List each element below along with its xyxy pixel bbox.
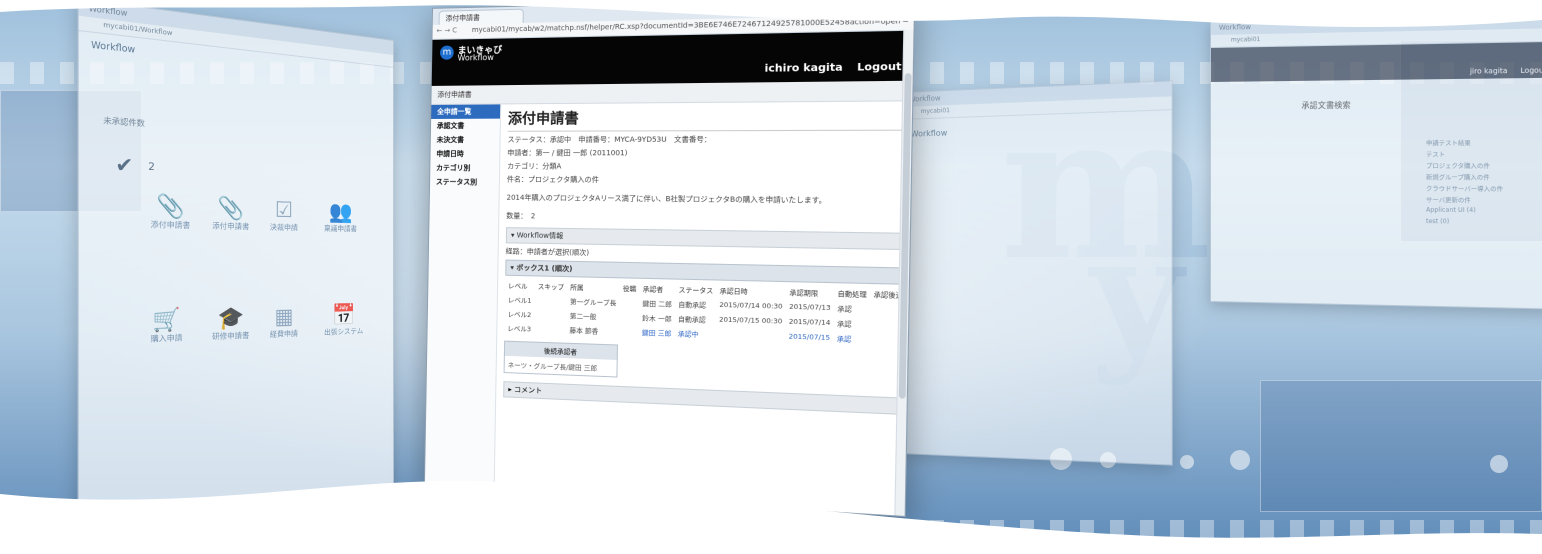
user-name: ichiro kagita <box>764 62 843 75</box>
table-cell: 藤本 節香 <box>569 326 599 336</box>
approver-box-value: ネーツ・グループ長/鍵田 三郎 <box>507 361 598 373</box>
app-icon-tile[interactable]: 📎 添付申請書 <box>151 192 191 232</box>
table-cell <box>534 307 567 322</box>
document-title: 添付申請書 <box>507 105 903 132</box>
app-icon-label: 決裁申請 <box>269 223 298 233</box>
list-item[interactable]: 新規グループ購入の件 <box>1426 172 1490 181</box>
check-icon: ✔ <box>115 153 134 179</box>
app-icon: 🛒 <box>152 305 181 334</box>
logout-link[interactable]: Logout <box>1520 66 1542 75</box>
amount-line: 数量： 2 <box>506 211 536 221</box>
table-cell: 承認 <box>836 319 852 329</box>
app-icon-tile[interactable]: 🎓 研修申請書 <box>212 304 249 342</box>
table-body: レベル1 第一グループ長 鍵田 二郎 自動承認 2015/07/14 00:30 2015… <box>504 292 914 348</box>
count-value: 2 <box>148 161 155 174</box>
table-cell: レベル2 <box>507 310 532 320</box>
sidebar-item[interactable]: 申請日時 <box>430 147 499 161</box>
comment-section[interactable]: ▸ コメント <box>503 381 898 415</box>
table-cell: 自動承認 <box>678 300 707 310</box>
count-label: 未承認件数 <box>103 116 145 129</box>
table-cell: 2015/07/13 <box>789 302 831 313</box>
table-cell: 鍵田 二郎 <box>642 299 673 309</box>
table-header-cell: 所属 <box>570 283 584 292</box>
header: Workflow <box>901 110 1172 160</box>
approval-table: レベル スキップ 所属 役職 承認者 ステータス 承認日時 承認期限 自動処理 承認後通者 レベル… <box>504 278 914 348</box>
table-cell: 2015/07/15 <box>788 332 831 343</box>
table-header-cell: 役職 <box>622 284 637 294</box>
list-item[interactable]: Applicant UI (4) <box>1426 206 1476 214</box>
category-line: カテゴリ：分類A <box>507 162 562 171</box>
app-icon-tile[interactable]: ☑ 決裁申請 <box>270 196 298 233</box>
body-line: 2014年購入のプロジェクタAリース満了に伴い、B社製プロジェクタBの購入を申請… <box>506 193 827 205</box>
bottom-wave <box>0 480 1542 554</box>
table-cell: 2015/07/14 <box>788 317 831 328</box>
table-cell: 承認中 <box>677 329 699 339</box>
table-header-cell: 承認期限 <box>789 288 819 298</box>
logout-link[interactable]: Logout <box>857 61 902 73</box>
app-icon-label: 研修申請書 <box>212 331 250 342</box>
list-item[interactable]: テスト <box>1426 150 1445 159</box>
table-cell: 第一グループ長 <box>569 297 617 308</box>
table-header-cell: レベル <box>507 281 528 291</box>
sidebar-item[interactable]: 未決文書 <box>431 133 500 147</box>
table-cell: 自動承認 <box>677 315 706 325</box>
app-icon: 📎 <box>156 191 185 220</box>
user-name: jiro kagita <box>1469 66 1508 76</box>
app-icon: 📅 <box>332 301 356 328</box>
table-cell <box>619 324 639 339</box>
app-icon: 📎 <box>217 194 245 222</box>
app-icon-tile[interactable]: 🛒 購入申請 <box>151 305 183 345</box>
list-item[interactable]: test (0) <box>1426 218 1449 225</box>
background-collage: m y Workflow mycabi01/Workflow Workflow … <box>0 0 1542 554</box>
table-cell: レベル3 <box>507 324 532 334</box>
status-line: ステータス：承認中 申請番号：MYCA-9YD53U 文書番号： <box>507 135 712 144</box>
app-icon-label: 添付申請書 <box>212 221 250 232</box>
table-cell: 承認 <box>837 304 852 314</box>
approver-box: 後続承認者 ネーツ・グループ長/鍵田 三郎 <box>503 340 618 378</box>
list-item[interactable]: プロジェクタ購入の件 <box>1426 161 1490 170</box>
table-cell <box>619 295 639 310</box>
center-browser-window: Workflow mycabi01 Workflow <box>900 80 1173 466</box>
sidebar-item[interactable]: カテゴリ別 <box>430 161 499 175</box>
app-icon-tile[interactable]: ▦ 経費申請 <box>270 303 298 340</box>
app-icon-label: 購入申請 <box>150 333 183 344</box>
table-cell: 鍵田 三郎 <box>641 328 672 338</box>
applicant-line: 申請者：第一 / 鍵田 一郎 (2011001) <box>507 149 628 158</box>
app-icon-label: 稟議申請書 <box>324 224 358 234</box>
app-icon-tile[interactable]: 📅 出張システム <box>324 302 363 338</box>
app-icon-tile[interactable]: 📎 添付申請書 <box>212 194 249 232</box>
table-header-cell: 自動処理 <box>837 289 867 300</box>
table-cell <box>619 309 639 324</box>
document-content: 添付申請書 ステータス：承認中 申請番号：MYCA-9YD53U 文書番号： 申… <box>503 105 911 415</box>
table-cell <box>715 327 785 344</box>
subject-line: 件名：プロジェクタ購入の件 <box>506 175 599 185</box>
table-cell <box>534 321 567 336</box>
logo: Workflow <box>910 128 948 139</box>
app-icon-label: 経費申請 <box>269 329 298 339</box>
app-icon: ☑ <box>274 196 293 223</box>
table-cell <box>534 293 567 308</box>
list-item[interactable]: クラウドサーバー導入の件 <box>1426 184 1503 194</box>
table-cell: 鈴木 一郎 <box>642 314 672 324</box>
app-icon-label: 出張システム <box>324 327 364 337</box>
app-icon: 👥 <box>328 198 353 224</box>
list-item[interactable]: サーバ更新の件 <box>1426 195 1471 205</box>
page-title: 承認文書検索 <box>1301 100 1351 111</box>
app-icon-tile[interactable]: 👥 稟議申請書 <box>324 198 357 234</box>
app-icon-label: 添付申請書 <box>150 220 191 231</box>
table-cell: 第二一般 <box>569 312 597 322</box>
sidebar-item[interactable]: ステータス別 <box>430 175 499 190</box>
table-cell: 承認 <box>836 334 852 344</box>
top-wave <box>0 0 1542 28</box>
table-cell: レベル1 <box>507 296 532 305</box>
sidebar-item[interactable]: 承認文書 <box>431 119 500 133</box>
table-header-cell: スキップ <box>537 282 565 292</box>
table-header-cell: ステータス <box>678 285 714 296</box>
list-item[interactable]: 申請テスト結果 <box>1426 138 1471 147</box>
sidebar-item[interactable]: 全申請一覧 <box>431 104 501 119</box>
app-icon: 🎓 <box>217 304 245 332</box>
table-header-cell: 承認者 <box>642 285 664 294</box>
app-icon: ▦ <box>274 303 294 330</box>
